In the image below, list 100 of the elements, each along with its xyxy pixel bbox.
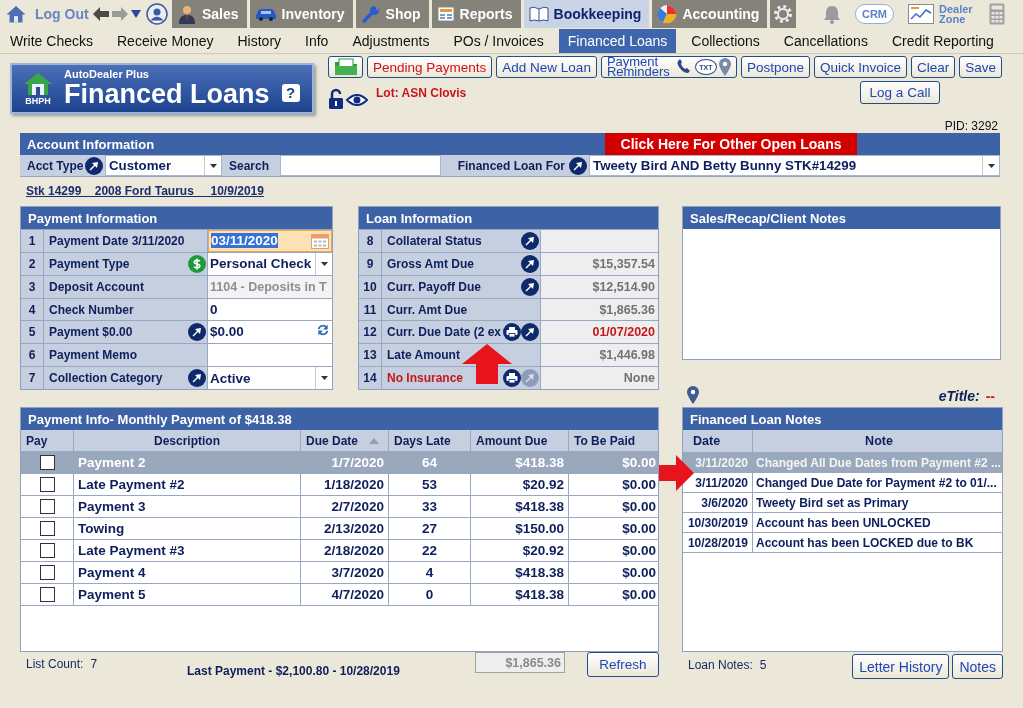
date-field[interactable]: 03/11/2020: [208, 230, 332, 252]
table-row[interactable]: 10/30/2019 Account has been UNLOCKED: [683, 513, 1002, 533]
nav-tab[interactable]: Shop: [355, 0, 429, 28]
refresh-icon[interactable]: [317, 324, 329, 337]
menu-tab[interactable]: Collections: [682, 29, 769, 53]
refresh-button[interactable]: Refresh: [587, 652, 659, 677]
log-call-button[interactable]: Log a Call: [860, 81, 940, 104]
input-field[interactable]: [208, 344, 332, 367]
row-number: 9: [359, 252, 382, 275]
dropdown-field[interactable]: Active: [208, 367, 332, 389]
link-icon[interactable]: [521, 323, 539, 342]
menu-tab[interactable]: POs / Invoices: [444, 29, 553, 53]
menu-tab[interactable]: Info: [296, 29, 338, 53]
menu-tab[interactable]: Adjustments: [343, 29, 439, 53]
toolbar-button[interactable]: Pending Payments: [367, 56, 493, 78]
nav-tab[interactable]: Sales: [172, 0, 247, 28]
other-loans-button[interactable]: Click Here For Other Open Loans: [605, 133, 857, 155]
checkbox[interactable]: [39, 521, 55, 536]
crm-button[interactable]: CRM: [854, 4, 894, 24]
avatar-icon[interactable]: [146, 3, 168, 25]
toolbar-button[interactable]: Clear: [911, 56, 956, 78]
column-header[interactable]: Amount Due: [476, 433, 548, 448]
house-icon: [6, 5, 26, 23]
table-cell-text: Tweety Bird set as Primary: [755, 494, 910, 512]
link-icon[interactable]: [521, 277, 539, 296]
nav-tab[interactable]: Accounting: [652, 0, 768, 28]
table-row[interactable]: 3/6/2020 Tweety Bird set as Primary: [683, 493, 1002, 513]
table-row[interactable]: Towing 2/13/2020 27 $150.00 $0.00: [21, 518, 658, 540]
menu-tab[interactable]: Write Checks: [1, 29, 102, 53]
checkbox[interactable]: [39, 477, 55, 492]
toolbar-button[interactable]: Add New Loan: [496, 56, 597, 78]
caret-icon[interactable]: [131, 10, 141, 18]
column-header[interactable]: Due Date: [306, 433, 358, 448]
table-row[interactable]: Payment 4 3/7/2020 4 $418.38 $0.00: [21, 562, 658, 584]
menu-tab[interactable]: Financed Loans: [558, 29, 677, 53]
field-label: Financed Loan For: [457, 158, 565, 173]
table-row[interactable]: Payment 3 2/7/2020 33 $418.38 $0.00: [21, 496, 658, 518]
input-field[interactable]: 0: [208, 298, 332, 321]
link-icon[interactable]: [85, 156, 103, 175]
customer-select[interactable]: Tweety Bird AND Betty Bunny STK#14299: [589, 155, 1000, 176]
link-icon[interactable]: [521, 254, 539, 273]
acct-type-select[interactable]: Customer: [105, 155, 222, 176]
nav-tab[interactable]: Bookkeeping: [523, 0, 650, 28]
brand-name: AutoDealer Plus: [64, 69, 150, 80]
table-cell-text: $0.00: [621, 586, 657, 604]
menu-tab[interactable]: Cancellations: [774, 29, 877, 53]
menu-tab[interactable]: History: [228, 29, 291, 53]
value-field: $15,357.54: [541, 252, 658, 275]
field-label: Acct Type: [27, 158, 84, 173]
vehicle-link[interactable]: Stk 14299 2008 Ford Taurus 10/9/2019: [26, 184, 264, 198]
checkbox[interactable]: [39, 587, 55, 602]
dropdown-field[interactable]: Personal Check: [208, 252, 332, 275]
link-icon[interactable]: [569, 156, 587, 175]
print-icon[interactable]: [503, 323, 521, 342]
column-header[interactable]: Pay: [26, 433, 48, 448]
unlocked-padlock-icon[interactable]: [328, 88, 344, 110]
checkbox[interactable]: [39, 543, 55, 558]
checkbox[interactable]: [39, 455, 55, 470]
toolbar-button[interactable]: Postpone: [740, 56, 810, 78]
column-header[interactable]: Date: [683, 430, 753, 452]
etitle-value: --: [985, 388, 995, 404]
checkbox[interactable]: [39, 565, 55, 580]
folder-button[interactable]: [328, 56, 363, 78]
nav-tab[interactable]: Inventory: [249, 0, 353, 28]
table-cell: 22: [389, 540, 471, 561]
link-icon[interactable]: [188, 323, 206, 342]
table-row[interactable]: 3/11/2020 Changed Due Date for Payment #2 to 01/...: [683, 473, 1002, 493]
notes-button[interactable]: Letter History: [852, 654, 950, 679]
link-icon[interactable]: [188, 369, 206, 388]
back-arrow-icon[interactable]: [93, 7, 109, 21]
count-value: 5: [759, 658, 767, 672]
column-header[interactable]: Note: [753, 430, 1002, 452]
toolbar-button[interactable]: Quick Invoice: [813, 56, 907, 78]
column-header[interactable]: To Be Paid: [574, 433, 636, 448]
eye-icon[interactable]: [346, 93, 368, 107]
nav-tab[interactable]: Reports: [431, 0, 521, 28]
menu-tab[interactable]: Receive Money: [108, 29, 223, 53]
table-cell: Payment 3: [74, 496, 301, 517]
column-header[interactable]: Description: [154, 433, 220, 448]
table-row[interactable]: Payment 5 4/7/2020 0 $418.38 $0.00: [21, 584, 658, 606]
table-cell: Payment 4: [74, 562, 301, 583]
amount-field[interactable]: $0.00: [208, 321, 332, 344]
toolbar-button[interactable]: Save: [959, 56, 1003, 78]
print-icon[interactable]: [503, 369, 521, 388]
settings-button[interactable]: [770, 0, 797, 28]
link-icon[interactable]: [521, 231, 539, 250]
notes-button[interactable]: Notes: [952, 654, 1003, 679]
value-field: $1,865.36: [541, 298, 658, 321]
table-row[interactable]: Late Payment #3 2/18/2020 22 $20.92 $0.00: [21, 540, 658, 562]
pin-icon[interactable]: [687, 386, 699, 404]
help-button[interactable]: ?: [281, 83, 300, 102]
pointer-arrow: [659, 455, 694, 491]
table-row[interactable]: 10/28/2019 Account has been LOCKED due to BK: [683, 533, 1002, 553]
house-icon: [23, 71, 53, 96]
search-field[interactable]: [280, 155, 441, 176]
count-value: 7: [90, 657, 98, 671]
menu-tab[interactable]: Credit Reporting: [882, 29, 1003, 53]
table-row[interactable]: Late Payment #2 1/18/2020 53 $20.92 $0.00: [21, 474, 658, 496]
column-header[interactable]: Days Late: [394, 433, 451, 448]
checkbox[interactable]: [39, 499, 55, 514]
